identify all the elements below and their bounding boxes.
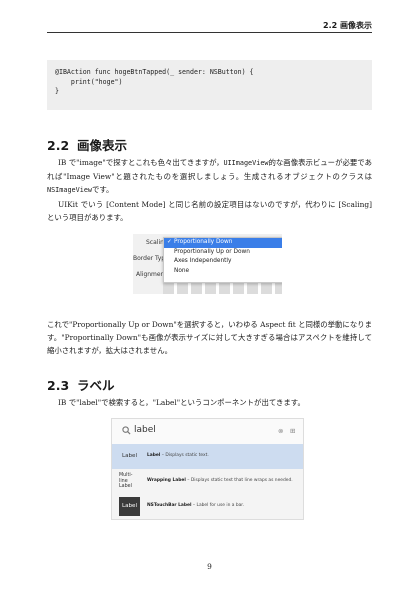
alignment-buttons <box>163 282 282 294</box>
section-2-2-body: IB で"image"で探すとこれも色々出てきますが，UIImageView的な… <box>47 156 372 224</box>
search-input[interactable]: label <box>134 425 156 435</box>
code-block: @IBAction func hogeBtnTapped(_ sender: N… <box>47 60 372 110</box>
wrapping-label-thumbnail: Multi- line Label <box>119 473 133 490</box>
section-number: 2.2 <box>47 138 70 153</box>
library-result-touchbar-label[interactable]: Label NSTouchBar Label – Label for use i… <box>112 494 303 519</box>
result-name: Wrapping Label <box>147 478 186 483</box>
section-title: 画像表示 <box>77 138 128 153</box>
running-header: 2.2 画像表示 <box>47 18 372 33</box>
result-name: Label <box>147 453 161 458</box>
section-title: ラベル <box>77 378 115 393</box>
clear-icon[interactable]: ⊗ <box>278 427 283 435</box>
library-result-label[interactable]: Label Label – Displays static text. <box>112 444 303 469</box>
label-thumbnail: Label <box>119 447 140 466</box>
paragraph: IB で"label"で検索すると，"Label"というコンポーネントが出てきま… <box>58 398 305 407</box>
section-heading-2-2: 2.2 画像表示 <box>47 135 127 154</box>
running-header-text: 2.2 画像表示 <box>323 21 372 30</box>
inline-code: NSImageView <box>47 186 93 195</box>
code-line-1: @IBAction func hogeBtnTapped(_ sender: N… <box>55 68 254 76</box>
checkmark-icon: ✓ <box>167 239 172 245</box>
code-line-3: } <box>55 87 59 96</box>
scaling-dropdown-menu[interactable]: ✓ Proportionally Down Proportionally Up o… <box>163 237 282 283</box>
text-run: IB で"image"で探すとこれも色々出てきますが， <box>58 158 224 167</box>
section-2-3-body: IB で"label"で検索すると，"Label"というコンポーネントが出てきま… <box>47 396 372 409</box>
result-text: Wrapping Label – Displays static text th… <box>147 478 293 483</box>
result-name: NSTouchBar Label <box>147 503 192 508</box>
result-description: – Displays static text that line wraps a… <box>185 478 293 483</box>
scaling-popup-figure: Scaling Border Type Alignment ✓ Proportio… <box>133 234 282 294</box>
paragraph: UIKit でいう [Content Mode] と同じ名前の設定項目はないので… <box>47 199 372 222</box>
library-search-bar[interactable]: label ⊗ ⊞ <box>112 419 303 444</box>
menu-item-none[interactable]: None <box>164 267 282 277</box>
object-library-figure: label ⊗ ⊞ Label Label – Displays static … <box>111 418 304 520</box>
paragraph: IB で"image"で探すとこれも色々出てきますが，UIImageView的な… <box>47 156 372 198</box>
search-icon <box>122 426 131 435</box>
page-number: 9 <box>207 562 212 571</box>
section-number: 2.3 <box>47 378 70 393</box>
text-run: です。 <box>92 185 114 195</box>
code-line-2: print("hoge") <box>55 77 123 86</box>
menu-item-axes-independently[interactable]: Axes Independently <box>164 257 282 267</box>
touchbar-label-thumbnail: Label <box>119 497 140 516</box>
library-result-wrapping-label[interactable]: Multi- line Label Wrapping Label – Displ… <box>112 469 303 494</box>
result-description: – Displays static text. <box>160 453 209 458</box>
inline-code: UIImageView <box>223 159 269 167</box>
menu-item-proportionally-down[interactable]: ✓ Proportionally Down <box>164 238 282 248</box>
result-text: Label – Displays static text. <box>147 453 209 458</box>
result-text: NSTouchBar Label – Label for use in a ba… <box>147 503 244 508</box>
result-description: – Label for use in a bar. <box>191 503 245 508</box>
menu-item-proportionally-up-or-down[interactable]: Proportionally Up or Down <box>164 248 282 258</box>
paragraph: これで"Proportionally Up or Down"を選択すると，いわゆ… <box>47 320 372 356</box>
menu-item-label: Proportionally Down <box>174 239 233 245</box>
section-heading-2-3: 2.3 ラベル <box>47 375 115 394</box>
paragraph-after-figure: これで"Proportionally Up or Down"を選択すると，いわゆ… <box>47 318 372 358</box>
grid-view-icon[interactable]: ⊞ <box>290 427 295 435</box>
